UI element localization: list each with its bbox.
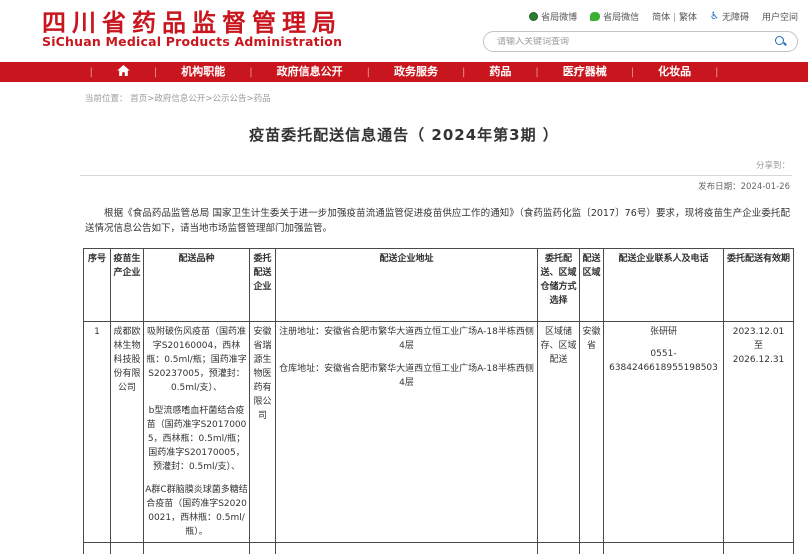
col-products: 配送品种 bbox=[144, 249, 250, 322]
product-item: b型流感嗜血杆菌结合疫苗（国药准字S20170005，西林瓶：0.5ml/瓶；国… bbox=[145, 404, 248, 474]
cell-region: 安徽省 bbox=[580, 322, 604, 543]
table-row-partial bbox=[84, 543, 794, 554]
nav-home[interactable] bbox=[93, 62, 154, 82]
cell-validity: 2023.12.01 至 2026.12.31 bbox=[724, 322, 794, 543]
table-row: 1 成都欧林生物科技股份有限公司 吸附破伤风疫苗（国药准字S20160004，西… bbox=[84, 322, 794, 543]
weibo-link[interactable]: 省局微博 bbox=[529, 10, 577, 23]
wechat-link[interactable]: 省局微信 bbox=[590, 10, 639, 23]
valid-to-label: 至 bbox=[725, 339, 792, 353]
wechat-icon bbox=[590, 12, 600, 21]
nav-item-medical-devices[interactable]: 医疗器械 bbox=[539, 62, 631, 82]
site-header: 四川省药品监督管理局 SiChuan Medical Products Admi… bbox=[0, 0, 808, 62]
cell-contact: 张研研 0551- 6384246618955198503 bbox=[604, 322, 724, 543]
nav-item-gov-info[interactable]: 政府信息公开 bbox=[253, 62, 367, 82]
delivery-info-table: 序号 疫苗生产企业 配送品种 委托配送企业 配送企业地址 委托配送、区域仓储方式… bbox=[83, 248, 794, 554]
nav-divider: | bbox=[715, 67, 718, 78]
table-header-row: 序号 疫苗生产企业 配送品种 委托配送企业 配送企业地址 委托配送、区域仓储方式… bbox=[84, 249, 794, 322]
search-bar bbox=[483, 31, 798, 52]
cell-manufacturer: 成都欧林生物科技股份有限公司 bbox=[111, 322, 144, 543]
language-divider: | bbox=[673, 13, 676, 23]
contact-phone: 0551- bbox=[605, 347, 722, 361]
site-logo: 四川省药品监督管理局 SiChuan Medical Products Admi… bbox=[42, 11, 342, 48]
traditional-link[interactable]: 繁体 bbox=[679, 13, 697, 23]
search-input[interactable] bbox=[484, 37, 775, 47]
nav-item-drugs[interactable]: 药品 bbox=[465, 62, 535, 82]
product-item: A群C群脑膜炎球菌多糖结合疫苗（国药准字S20200021，西林瓶：0.5ml/… bbox=[145, 483, 248, 539]
page-title: 疫苗委托配送信息通告（ 2024年第3期 ） bbox=[0, 124, 808, 145]
main-nav: | | 机构职能 | 政府信息公开 | 政务服务 | 药品 | 医疗器械 | 化… bbox=[0, 62, 808, 82]
col-contact: 配送企业联系人及电话 bbox=[604, 249, 724, 322]
cell-storage-mode: 区域储存、区域配送 bbox=[538, 322, 580, 543]
accessibility-icon: ♿ bbox=[710, 11, 719, 22]
cell-address: 注册地址：安徽省合肥市繁华大道西立恒工业广场A-18半栋西侧4层 仓库地址：安徽… bbox=[276, 322, 538, 543]
warehouse-address: 仓库地址：安徽省合肥市繁华大道西立恒工业广场A-18半栋西侧4层 bbox=[277, 362, 536, 390]
share-label[interactable]: 分享到： bbox=[756, 161, 790, 171]
user-space-link[interactable]: 用户空间 bbox=[762, 10, 798, 23]
col-delivery-company: 委托配送企业 bbox=[250, 249, 276, 322]
valid-from: 2023.12.01 bbox=[725, 325, 792, 339]
language-toggle: 简体 | 繁体 bbox=[652, 10, 697, 23]
cell-delivery-company: 安徽省瑞源生物医药有限公司 bbox=[250, 322, 276, 543]
site-title: 四川省药品监督管理局 bbox=[42, 11, 342, 35]
breadcrumb-path[interactable]: 首页>政府信息公开>公示公告>药品 bbox=[130, 94, 270, 104]
search-icon[interactable] bbox=[775, 36, 787, 48]
col-validity: 委托配送有效期 bbox=[724, 249, 794, 322]
cell-products: 吸附破伤风疫苗（国药准字S20160004，西林瓶：0.5ml/瓶；国药准字S2… bbox=[144, 322, 250, 543]
contact-name: 张研研 bbox=[605, 325, 722, 339]
nav-item-functions[interactable]: 机构职能 bbox=[157, 62, 249, 82]
utility-links: 省局微博 省局微信 简体 | 繁体 ♿ 无障碍 用户空间 bbox=[529, 10, 798, 23]
product-item: 吸附破伤风疫苗（国药准字S20160004，西林瓶：0.5ml/瓶；国药准字S2… bbox=[145, 325, 248, 395]
share-row: 分享到： bbox=[0, 159, 790, 171]
col-region: 配送区域 bbox=[580, 249, 604, 322]
article-body: 根据《食品药品监管总局 国家卫生计生委关于进一步加强疫苗流通监管促进疫苗供应工作… bbox=[85, 206, 790, 236]
accessibility-link[interactable]: ♿ 无障碍 bbox=[710, 10, 749, 23]
col-storage-mode: 委托配送、区域仓储方式选择 bbox=[538, 249, 580, 322]
breadcrumb-label: 当前位置： bbox=[85, 94, 128, 104]
publish-date: 发布日期：2024-01-26 bbox=[0, 180, 790, 192]
registered-address: 注册地址：安徽省合肥市繁华大道西立恒工业广场A-18半栋西侧4层 bbox=[277, 325, 536, 353]
col-manufacturer: 疫苗生产企业 bbox=[111, 249, 144, 322]
nav-item-services[interactable]: 政务服务 bbox=[370, 62, 462, 82]
cell-seq: 1 bbox=[84, 322, 111, 543]
breadcrumb: 当前位置： 首页>政府信息公开>公示公告>药品 bbox=[85, 92, 808, 104]
site-title-en: SiChuan Medical Products Administration bbox=[42, 35, 342, 48]
col-address: 配送企业地址 bbox=[276, 249, 538, 322]
contact-phone: 6384246618955198503 bbox=[605, 361, 722, 375]
weibo-icon bbox=[529, 12, 538, 21]
simplified-link[interactable]: 简体 bbox=[652, 13, 670, 23]
nav-item-cosmetics[interactable]: 化妆品 bbox=[634, 62, 715, 82]
home-icon bbox=[117, 65, 130, 76]
col-seq: 序号 bbox=[84, 249, 111, 322]
valid-to: 2026.12.31 bbox=[725, 353, 792, 367]
title-divider bbox=[80, 175, 792, 176]
